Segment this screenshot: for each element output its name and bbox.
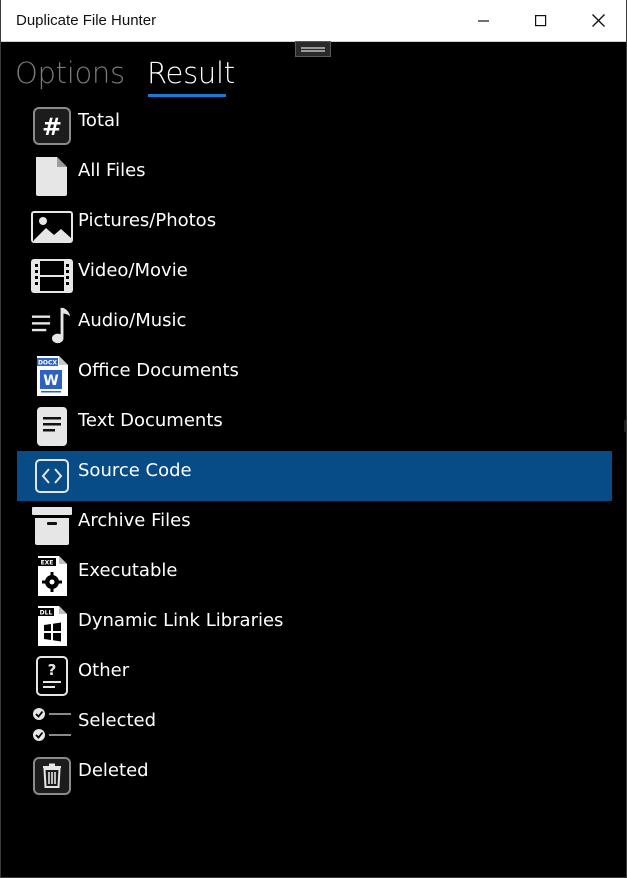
category-label: Total	[78, 110, 121, 131]
tab-result[interactable]: Result	[147, 56, 235, 90]
svg-text:W: W	[43, 373, 58, 389]
app-window: Duplicate File Hunter Options Result # T	[0, 0, 627, 878]
code-icon	[31, 455, 73, 497]
category-label: Source Code	[78, 460, 192, 481]
svg-text:DLL: DLL	[40, 610, 53, 617]
category-label: Text Documents	[78, 410, 223, 431]
category-label: Selected	[78, 710, 157, 731]
maximize-icon	[535, 14, 547, 26]
hash-icon: #	[31, 105, 73, 147]
category-item-deleted[interactable]: Deleted	[17, 751, 612, 801]
category-item-archive[interactable]: Archive Files	[17, 501, 612, 551]
category-item-all-files[interactable]: All Files	[17, 151, 612, 201]
category-item-selected[interactable]: Selected	[17, 701, 612, 751]
category-label: Audio/Music	[78, 310, 187, 331]
tab-options[interactable]: Options	[15, 56, 125, 90]
word-document-icon: DOCX W	[31, 355, 73, 397]
trash-icon	[31, 755, 73, 797]
category-label: All Files	[78, 160, 146, 181]
category-item-source-code[interactable]: Source Code	[17, 451, 612, 501]
window-title: Duplicate File Hunter	[16, 12, 157, 29]
minimize-icon	[478, 19, 489, 22]
question-document-icon: ?	[31, 655, 73, 697]
category-label: Video/Movie	[78, 260, 188, 281]
film-icon	[31, 255, 73, 297]
svg-text:?: ?	[48, 661, 57, 679]
music-icon	[31, 305, 73, 347]
category-item-text-documents[interactable]: Text Documents	[17, 401, 612, 451]
category-label: Archive Files	[78, 510, 191, 531]
window-edge-marker	[624, 420, 626, 432]
category-label: Pictures/Photos	[78, 210, 217, 231]
grip-lines-icon	[301, 46, 325, 49]
category-list: # Total All Files Pictures/Photos Video/…	[17, 101, 613, 801]
category-item-pictures[interactable]: Pictures/Photos	[17, 201, 612, 251]
title-bar[interactable]: Duplicate File Hunter	[1, 0, 626, 42]
category-item-dll[interactable]: DLL Dynamic Link Libraries	[17, 601, 612, 651]
maximize-button[interactable]	[513, 0, 569, 41]
archive-box-icon	[31, 505, 73, 547]
category-label: Executable	[78, 560, 178, 581]
picture-icon	[31, 205, 73, 247]
svg-text:DOCX: DOCX	[38, 360, 57, 367]
minimize-button[interactable]	[456, 0, 512, 41]
category-label: Office Documents	[78, 360, 239, 381]
active-tab-indicator	[148, 94, 226, 97]
executable-icon: EXE	[31, 555, 73, 597]
dll-icon: DLL	[31, 605, 73, 647]
svg-text:#: #	[42, 113, 62, 141]
file-icon	[31, 155, 73, 197]
category-label: Other	[78, 660, 130, 681]
category-item-total[interactable]: # Total	[17, 101, 612, 151]
svg-text:EXE: EXE	[41, 560, 54, 567]
text-document-icon	[31, 405, 73, 447]
category-label: Deleted	[78, 760, 149, 781]
checklist-icon	[31, 705, 73, 747]
close-icon	[591, 14, 605, 27]
close-button[interactable]	[570, 0, 626, 41]
category-item-office[interactable]: DOCX W Office Documents	[17, 351, 612, 401]
category-label: Dynamic Link Libraries	[78, 610, 284, 631]
category-item-executable[interactable]: EXE Executable	[17, 551, 612, 601]
pane-grip-handle[interactable]	[295, 41, 331, 57]
category-item-other[interactable]: ? Other	[17, 651, 612, 701]
category-item-video[interactable]: Video/Movie	[17, 251, 612, 301]
category-item-audio[interactable]: Audio/Music	[17, 301, 612, 351]
